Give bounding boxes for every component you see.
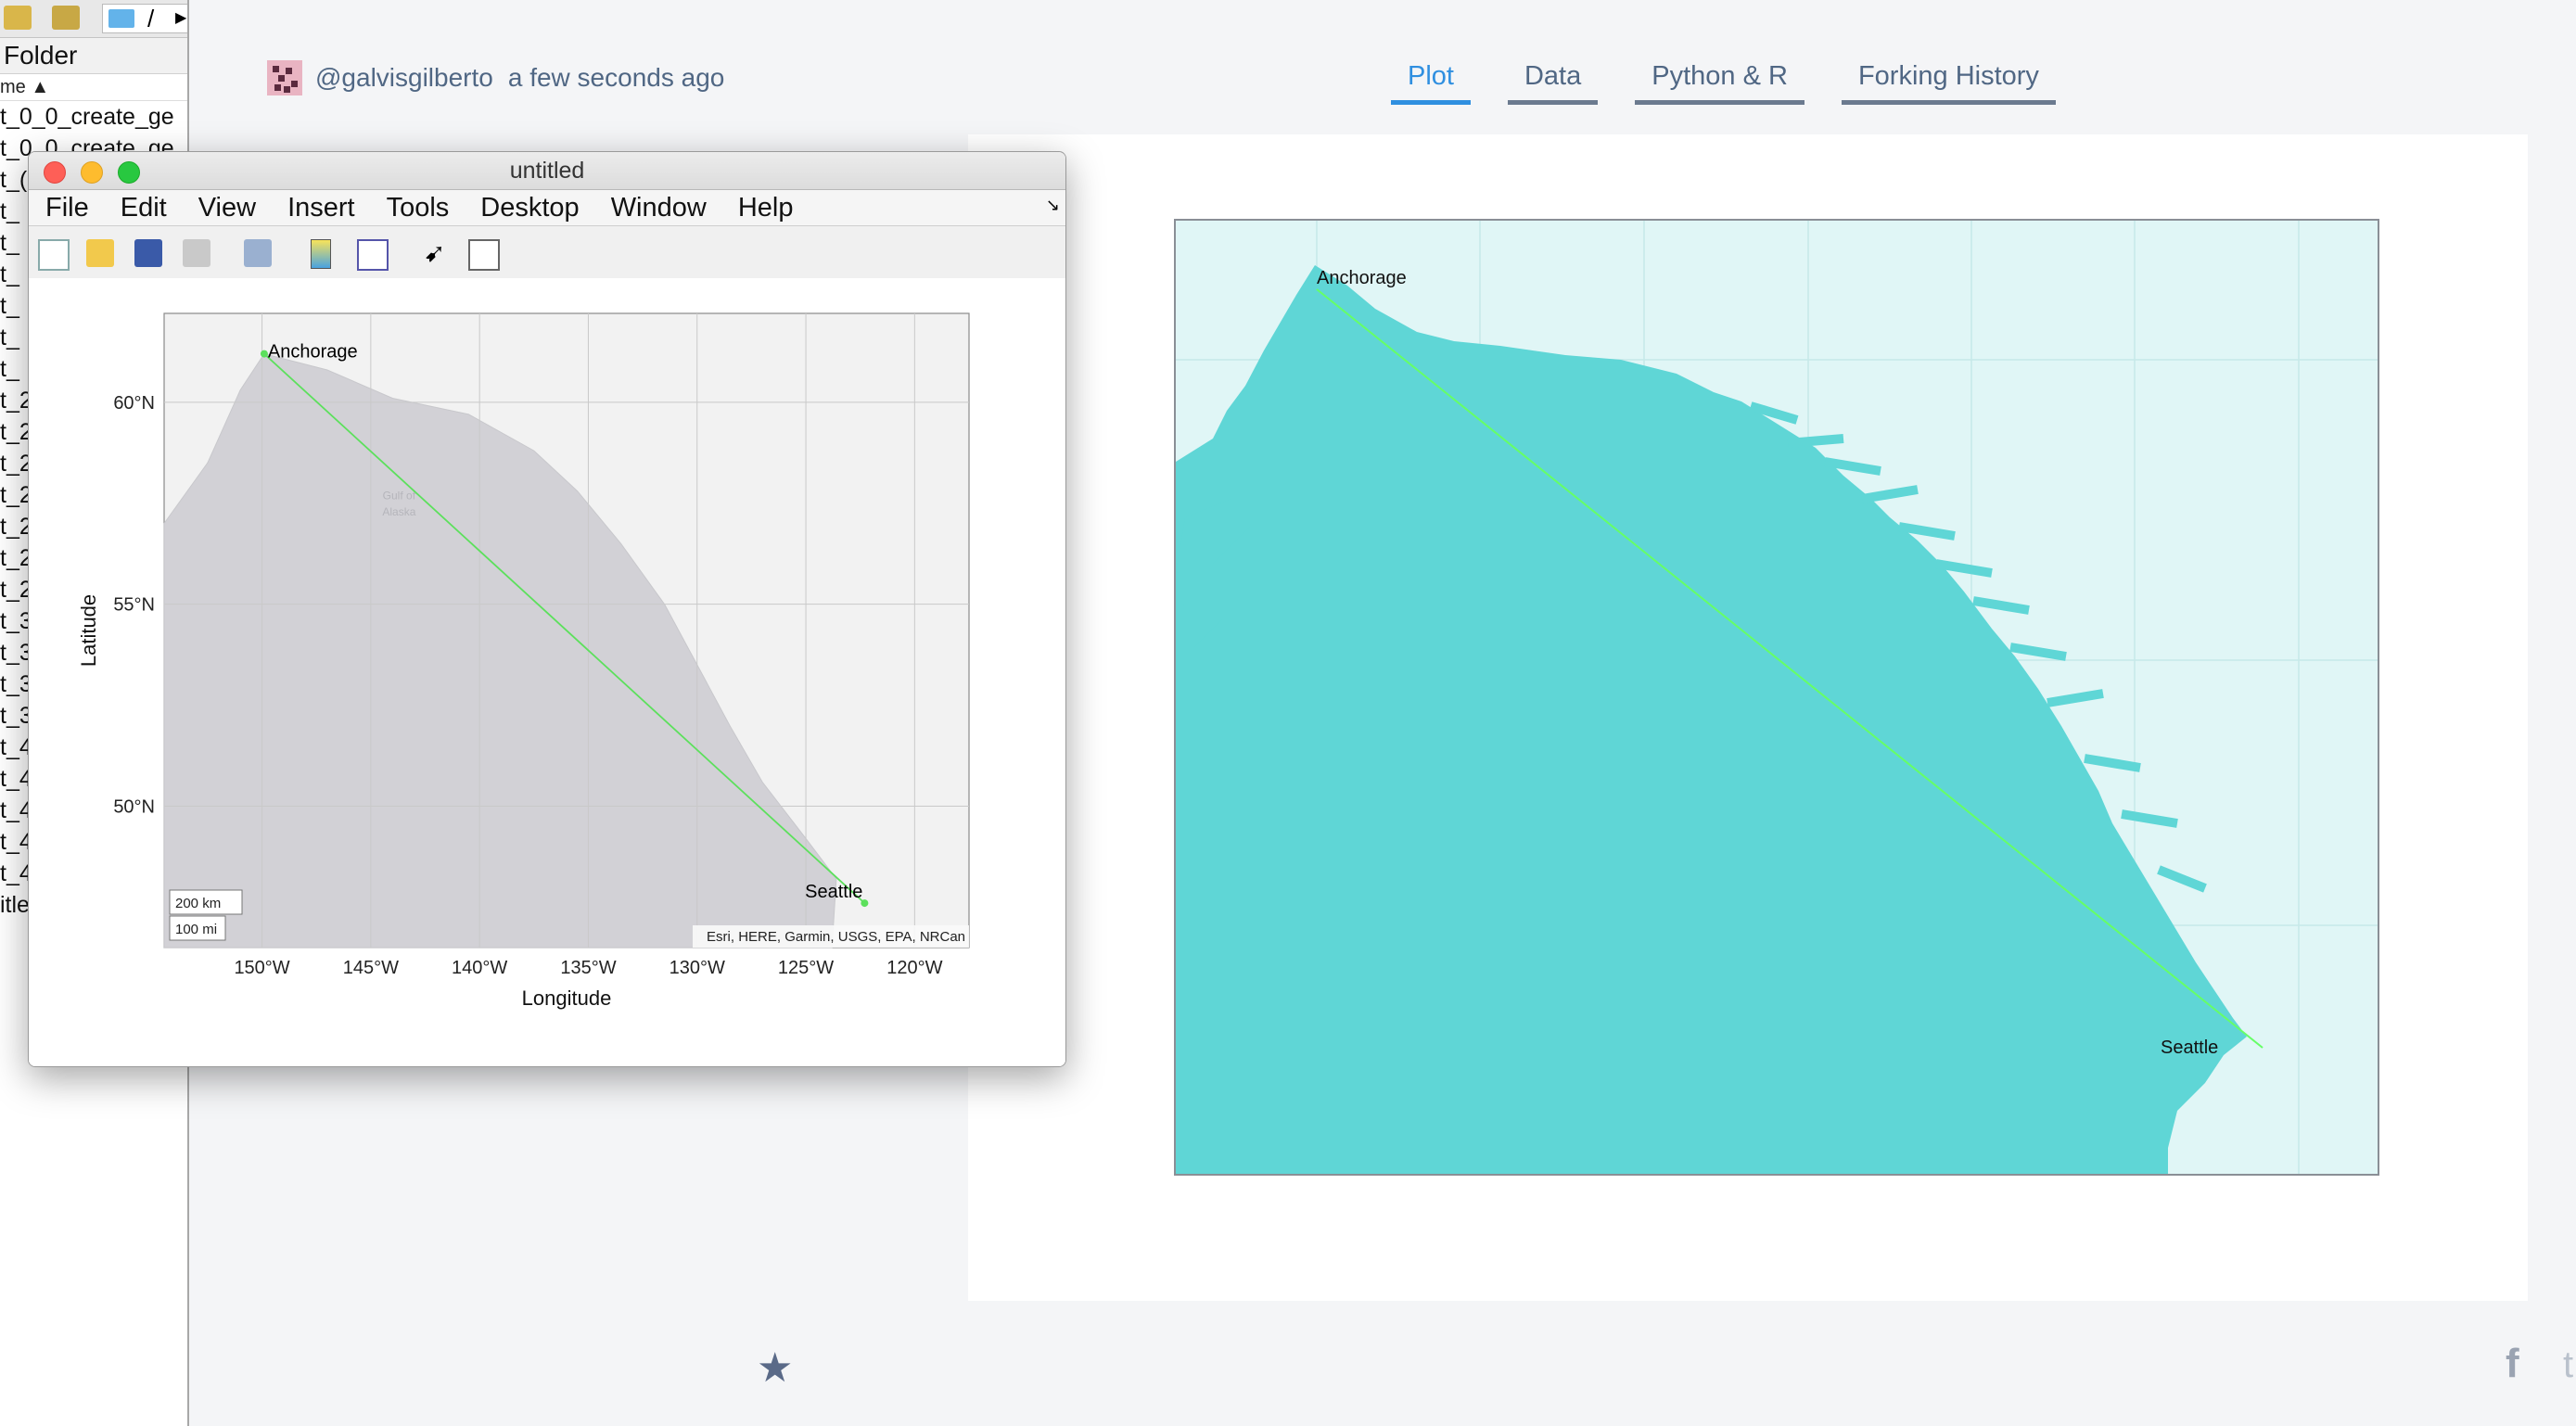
menu-window[interactable]: Window bbox=[595, 193, 722, 223]
city-label: Anchorage bbox=[268, 342, 358, 363]
twitter-icon[interactable]: t bbox=[2563, 1344, 2573, 1386]
property-inspector-icon[interactable] bbox=[468, 239, 500, 271]
menu-desktop[interactable]: Desktop bbox=[465, 193, 594, 223]
new-figure-icon[interactable] bbox=[38, 239, 70, 271]
link-plot-icon[interactable] bbox=[244, 239, 272, 267]
x-tick-label: 145°W bbox=[343, 958, 399, 978]
scale-bar-mi-label: 100 mi bbox=[175, 922, 217, 937]
name-column-header[interactable]: me ▲ bbox=[0, 74, 187, 101]
menu-help[interactable]: Help bbox=[722, 193, 810, 223]
facebook-icon[interactable]: f bbox=[2506, 1341, 2519, 1387]
up-folder-icon[interactable] bbox=[4, 6, 32, 30]
tab-python-r[interactable]: Python & R bbox=[1635, 57, 1804, 105]
timestamp: a few seconds ago bbox=[507, 63, 725, 92]
y-axis-label: Latitude bbox=[77, 594, 100, 667]
y-tick-label: 55°N bbox=[113, 595, 155, 616]
dock-arrow-icon[interactable]: ↘ bbox=[1046, 196, 1060, 215]
path-arrow-icon[interactable]: ▶ bbox=[175, 8, 186, 27]
tab-plot[interactable]: Plot bbox=[1391, 57, 1471, 105]
x-axis-label: Longitude bbox=[522, 987, 612, 1010]
x-tick-label: 150°W bbox=[234, 958, 289, 978]
route-endpoint bbox=[260, 350, 268, 358]
y-tick-label: 60°N bbox=[113, 393, 155, 414]
menu-insert[interactable]: Insert bbox=[272, 193, 371, 223]
figure-menubar: File Edit View Insert Tools Desktop Wind… bbox=[29, 190, 1065, 226]
figure-titlebar[interactable]: untitled bbox=[29, 152, 1065, 190]
colorbar-icon[interactable] bbox=[311, 239, 331, 269]
x-tick-label: 125°W bbox=[778, 958, 834, 978]
open-file-icon[interactable] bbox=[86, 239, 114, 267]
figure-canvas: 150°W 145°W 140°W 135°W 130°W 125°W 120°W 60°N 5… bbox=[29, 278, 1065, 1066]
print-icon[interactable] bbox=[183, 239, 210, 267]
x-tick-label: 135°W bbox=[560, 958, 616, 978]
avatar[interactable] bbox=[267, 60, 302, 95]
label-seattle: Seattle bbox=[2161, 1038, 2218, 1058]
folder-toolbar: / ▶ bbox=[0, 0, 187, 38]
x-tick-label: 120°W bbox=[886, 958, 942, 978]
view-tabs: Plot Data Python & R Forking History bbox=[1391, 57, 2093, 105]
pointer-icon[interactable]: ➹ bbox=[424, 239, 452, 267]
basemap-label: Gulf of bbox=[383, 489, 416, 502]
menu-tools[interactable]: Tools bbox=[371, 193, 465, 223]
tab-forking-history[interactable]: Forking History bbox=[1841, 57, 2056, 105]
menu-view[interactable]: View bbox=[183, 193, 272, 223]
author-link[interactable]: @galvisgilberto bbox=[315, 63, 493, 93]
star-icon[interactable]: ★ bbox=[757, 1344, 793, 1392]
label-anchorage: Anchorage bbox=[1317, 268, 1407, 288]
legend-icon[interactable] bbox=[357, 239, 389, 271]
author-info: @galvisgilberto a few seconds ago bbox=[267, 59, 724, 96]
menu-file[interactable]: File bbox=[29, 193, 105, 223]
menu-edit[interactable]: Edit bbox=[105, 193, 183, 223]
coastline-land bbox=[1176, 265, 2247, 1174]
folder-icon bbox=[108, 9, 134, 28]
y-tick-label: 50°N bbox=[113, 797, 155, 818]
save-icon[interactable] bbox=[134, 239, 162, 267]
x-tick-label: 130°W bbox=[670, 958, 725, 978]
folder-path-field[interactable]: / ▶ bbox=[102, 4, 187, 33]
folder-path: / bbox=[147, 5, 155, 32]
browse-folder-icon[interactable] bbox=[52, 6, 80, 30]
x-tick-label: 140°W bbox=[452, 958, 507, 978]
city-label: Seattle bbox=[805, 882, 862, 902]
figure-toolbar: ➹ bbox=[29, 226, 1065, 279]
file-list-item[interactable]: t_0_0_create_ge bbox=[0, 101, 187, 133]
matlab-figure-window[interactable]: untitled File Edit View Insert Tools Des… bbox=[28, 151, 1066, 1067]
folder-panel-title: Folder bbox=[0, 38, 187, 74]
route-map-plot[interactable]: Anchorage Seattle bbox=[1174, 219, 2379, 1176]
basemap-attribution: Esri, HERE, Garmin, USGS, EPA, NRCan bbox=[707, 929, 965, 945]
basemap-label: Alaska bbox=[382, 505, 415, 518]
tab-data[interactable]: Data bbox=[1507, 57, 1599, 105]
figure-title: untitled bbox=[509, 158, 585, 184]
scale-bar-km-label: 200 km bbox=[175, 896, 221, 911]
geoplot-axes[interactable]: 150°W 145°W 140°W 135°W 130°W 125°W 120°W 60°N 5… bbox=[29, 278, 1065, 1066]
